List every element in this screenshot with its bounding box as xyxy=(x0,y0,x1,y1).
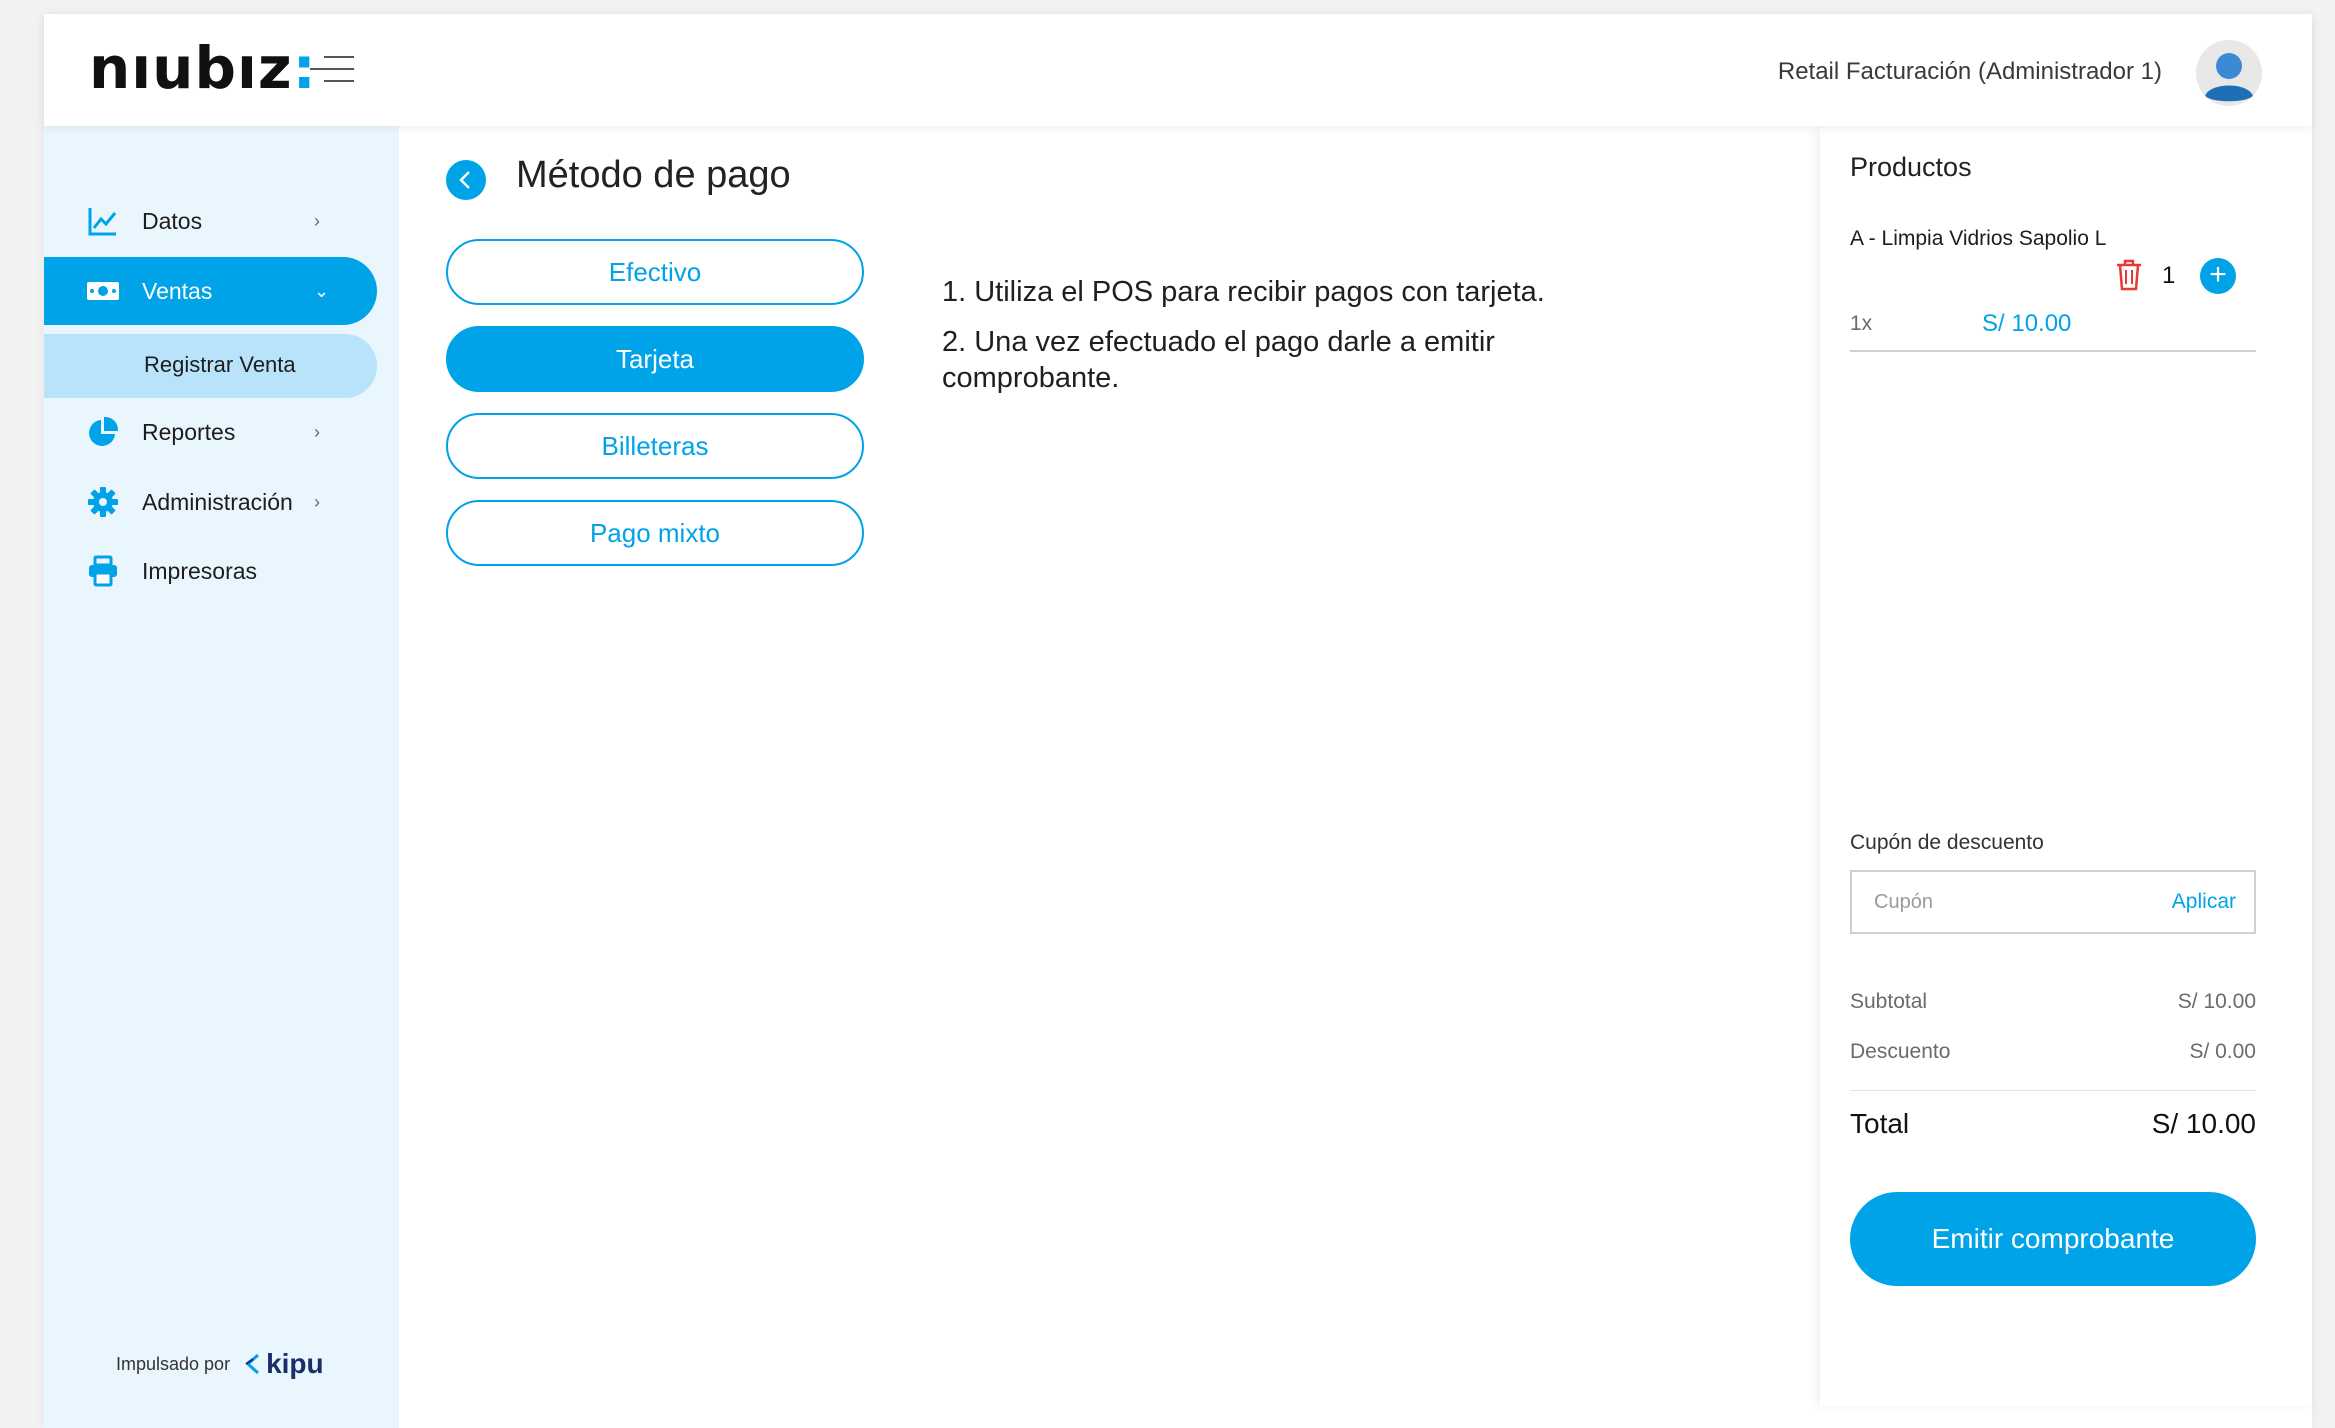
pie-chart-icon xyxy=(89,416,119,446)
menu-toggle-icon[interactable] xyxy=(310,54,354,84)
sidebar-item-ventas[interactable]: Ventas ⌄ xyxy=(44,257,377,325)
kipu-logo: kipu xyxy=(244,1348,324,1380)
total-value: S/ 10.00 xyxy=(2151,1108,2256,1139)
total-label: Total xyxy=(1850,1108,1910,1139)
chevron-down-icon: ⌄ xyxy=(314,280,330,301)
coupon-field: Aplicar xyxy=(1850,870,2256,934)
sidebar-item-label: Ventas xyxy=(142,277,213,304)
discount-row: Descuento S/ 0.00 xyxy=(1850,1040,2256,1064)
page-title: Método de pago xyxy=(516,154,791,196)
sidebar-item-reportes[interactable]: Reportes › xyxy=(44,398,377,466)
total-row: Total S/ 10.00 xyxy=(1850,1108,2256,1140)
powered-by-label: Impulsado por xyxy=(116,1353,231,1374)
product-quantity: 1 xyxy=(2162,262,2176,289)
discount-label: Descuento xyxy=(1850,1040,1951,1063)
product-name: A - Limpia Vidrios Sapolio L xyxy=(1850,227,2107,250)
apply-coupon-button[interactable]: Aplicar xyxy=(2172,890,2236,914)
coupon-label: Cupón de descuento xyxy=(1850,831,2044,854)
delete-product-button[interactable] xyxy=(2114,258,2144,292)
coupon-input[interactable] xyxy=(1852,872,2142,932)
sidebar-item-label: Impresoras xyxy=(142,557,258,584)
summary-divider xyxy=(1850,1090,2256,1091)
chevron-left-icon xyxy=(459,171,470,189)
cash-icon xyxy=(87,282,119,300)
gear-icon xyxy=(88,487,118,517)
top-header: nıubız: Retail Facturación (Administrado… xyxy=(44,14,2312,126)
sidebar: Datos › Ventas ⌄ Registrar Venta Reporte… xyxy=(44,126,399,1428)
product-price: S/ 10.00 xyxy=(1982,310,2072,337)
instruction-step-2: 2. Una vez efectuado el pago darle a emi… xyxy=(942,326,1495,394)
emit-receipt-button[interactable]: Emitir comprobante xyxy=(1850,1192,2256,1286)
line-chart-icon xyxy=(88,208,117,236)
subtotal-row: Subtotal S/ 10.00 xyxy=(1850,990,2256,1014)
discount-value: S/ 0.00 xyxy=(2189,1040,2256,1063)
sidebar-item-datos[interactable]: Datos › xyxy=(44,187,377,255)
kipu-mark-icon xyxy=(245,1354,260,1374)
payment-method-billeteras-button[interactable]: Billeteras xyxy=(446,413,864,479)
sidebar-subitem-label: Registrar Venta xyxy=(144,352,296,377)
product-divider xyxy=(1850,350,2256,352)
chevron-right-icon: › xyxy=(314,491,320,512)
niubiz-logo[interactable]: nıubız: xyxy=(89,38,317,98)
sidebar-subitem-registrar-venta[interactable]: Registrar Venta xyxy=(44,334,377,398)
sidebar-item-impresoras[interactable]: Impresoras xyxy=(44,537,377,605)
user-name: Retail Facturación (Administrador 1) xyxy=(1777,58,2162,85)
subtotal-label: Subtotal xyxy=(1850,990,1928,1013)
chevron-right-icon: › xyxy=(314,210,320,231)
avatar[interactable] xyxy=(2196,40,2262,106)
product-multiplier: 1x xyxy=(1850,312,1873,335)
increase-quantity-button[interactable]: + xyxy=(2200,258,2236,294)
logo-text: nıubız xyxy=(89,34,293,102)
payment-method-tarjeta-button[interactable]: Tarjeta xyxy=(446,326,864,392)
trash-icon xyxy=(2117,259,2141,291)
cart-panel: Productos A - Limpia Vidrios Sapolio L 1… xyxy=(1820,126,2312,1406)
payment-method-pago-mixto-button[interactable]: Pago mixto xyxy=(446,500,864,566)
powered-by: Impulsado por kipu xyxy=(116,1348,324,1380)
panel-title: Productos xyxy=(1850,152,1972,182)
instruction-step-1: 1. Utiliza el POS para recibir pagos con… xyxy=(942,276,1545,308)
kipu-brand: kipu xyxy=(266,1348,324,1379)
chevron-right-icon: › xyxy=(314,421,320,442)
payment-method-efectivo-button[interactable]: Efectivo xyxy=(446,239,864,305)
printer-icon xyxy=(89,555,117,587)
sidebar-item-administracion[interactable]: Administración › xyxy=(44,468,377,536)
subtotal-value: S/ 10.00 xyxy=(2177,990,2256,1013)
sidebar-item-label: Administración xyxy=(142,488,293,515)
app-window: nıubız: Retail Facturación (Administrado… xyxy=(44,14,2312,1428)
plus-icon: + xyxy=(2209,258,2227,291)
sidebar-item-label: Reportes xyxy=(142,418,236,445)
back-button[interactable] xyxy=(446,160,486,200)
sidebar-item-label: Datos xyxy=(142,207,203,234)
user-avatar-icon xyxy=(2196,40,2262,106)
